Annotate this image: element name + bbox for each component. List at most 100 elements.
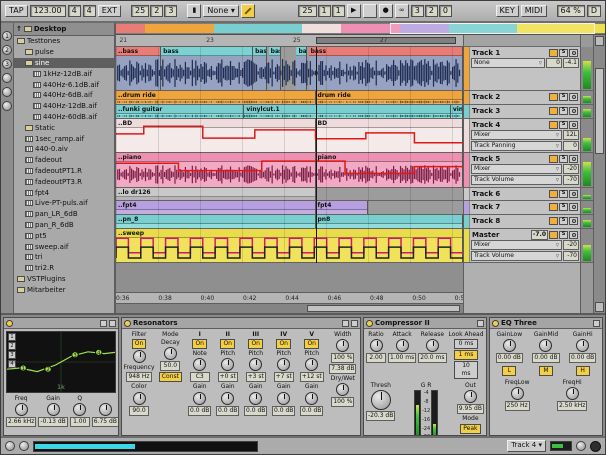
band-kill-button[interactable]: L (502, 366, 516, 376)
play-button[interactable]: ▶ (347, 4, 361, 18)
track-activator-button[interactable] (549, 155, 558, 163)
automation-chooser[interactable]: Mixer▽ (471, 240, 562, 250)
ratio-knob[interactable] (370, 339, 383, 352)
browser-item[interactable]: sweep.aif (14, 241, 114, 252)
clip[interactable]: fpt4 (316, 201, 368, 214)
filter-on-button[interactable]: On (132, 339, 147, 349)
clip[interactable]: ..funki guitar (116, 105, 244, 118)
midi-map-button[interactable]: MIDI (521, 5, 547, 18)
clip[interactable]: ..sweep (116, 229, 463, 262)
track-volume-value[interactable]: -7.0 (531, 230, 548, 240)
knob-value[interactable]: 2.50 kHz (557, 401, 587, 411)
track-select-menu[interactable]: Track 4 ▾ (507, 440, 546, 452)
clip[interactable]: pn8 (316, 215, 463, 228)
browser-item[interactable]: tri2.R (14, 263, 114, 274)
automation-chooser[interactable]: None▽ (471, 58, 545, 68)
track-activator-button[interactable] (549, 107, 558, 115)
horizontal-scrollbar[interactable] (116, 303, 463, 313)
pitch-knob[interactable] (221, 358, 234, 371)
gain-knob[interactable] (193, 392, 206, 405)
track-activator-button[interactable] (549, 217, 558, 225)
scroll-up-button[interactable] (595, 36, 604, 46)
automation-chooser[interactable]: Track Volume▽ (471, 175, 562, 185)
clip[interactable]: vinylcut.1 (244, 105, 450, 118)
resonator-on-button[interactable]: On (276, 339, 291, 349)
clip[interactable]: ..pn_8 (116, 215, 316, 228)
clip[interactable]: bass (309, 47, 463, 90)
solo-button[interactable]: S (559, 121, 568, 129)
track-activator-button[interactable] (549, 93, 558, 101)
track-lane[interactable]: ..pn_8pn8 (116, 215, 463, 229)
loop-button[interactable]: ∞ (395, 4, 409, 18)
device-close-icon[interactable] (477, 320, 484, 327)
clip[interactable]: drum ride (316, 91, 463, 104)
knob[interactable] (511, 387, 524, 400)
device-fold-icon[interactable] (342, 320, 349, 327)
knob-value[interactable]: 1.00 (70, 417, 90, 427)
browser-item[interactable]: Static (14, 122, 114, 133)
clip[interactable]: ..fpt4 (116, 201, 316, 214)
file-browser-3-icon[interactable]: 3 (2, 59, 12, 69)
lookahead-option-button[interactable]: 1 ms (454, 350, 478, 360)
loop-start-bars[interactable]: 25 (298, 5, 316, 18)
knob-value[interactable]: -0.13 dB (38, 417, 67, 427)
knob[interactable] (99, 403, 112, 416)
mode-peak-button[interactable]: Peak (460, 424, 480, 434)
track-lane[interactable]: ..drum ridedrum ride (116, 91, 463, 105)
arm-button[interactable] (569, 155, 578, 163)
pitch-knob[interactable] (305, 358, 318, 371)
track-header[interactable]: Track 2S (464, 91, 580, 105)
clock-icon[interactable] (2, 101, 12, 111)
gain-value[interactable]: 0.0 dB (244, 406, 267, 416)
solo-button[interactable]: S (559, 49, 568, 57)
vertical-scroll-track[interactable] (595, 48, 604, 300)
browser-item[interactable]: fadeout (14, 155, 114, 166)
browser-item[interactable]: 1sec_ramp.aif (14, 133, 114, 144)
clip[interactable]: piano (316, 153, 463, 187)
track-lane[interactable]: ..funki guitarvinylcut.1vinyl (116, 105, 463, 119)
browser-item[interactable]: 440Hz-6.1dB.aif (14, 79, 114, 90)
clip[interactable]: ..BD (116, 119, 316, 152)
knob[interactable] (576, 339, 589, 352)
browser-header[interactable]: ↑ Desktop (14, 23, 114, 36)
device-fold-icon[interactable] (100, 320, 107, 327)
automation-chooser[interactable]: Mixer▽ (471, 164, 562, 174)
thresh-knob[interactable] (371, 390, 391, 410)
browser-item[interactable]: Testtones (14, 36, 114, 47)
solo-button[interactable]: S (559, 155, 568, 163)
browser-item[interactable]: 440-0.aiv (14, 144, 114, 155)
plugin-browser-icon[interactable] (2, 87, 12, 97)
folder-up-icon[interactable]: ↑ (16, 25, 22, 33)
track-lane[interactable]: ..bassbassbasbasbabass (116, 47, 463, 91)
decay-knob[interactable] (164, 347, 177, 360)
gain-value[interactable]: 0.0 dB (188, 406, 211, 416)
loop-start-sixteenths[interactable]: 1 (332, 5, 345, 18)
key-map-button[interactable]: KEY (496, 5, 519, 18)
arm-button[interactable] (569, 93, 578, 101)
time-sig-numerator[interactable]: 4 (68, 5, 81, 18)
arm-button[interactable] (569, 107, 578, 115)
automation-chooser[interactable]: Track Panning▽ (471, 141, 562, 151)
solo-button[interactable]: S (559, 190, 568, 198)
browser-item[interactable]: pan_LR_6dB (14, 209, 114, 220)
pitch-value[interactable]: +3 st (246, 372, 266, 382)
attack-knob[interactable] (396, 339, 409, 352)
time-ruler[interactable]: 0:360:380:400:420:440:460:480:500:52 (116, 292, 463, 303)
vertical-scrollbar[interactable] (593, 35, 605, 313)
track-activator-button[interactable] (549, 231, 558, 239)
automation-value[interactable]: -70 (563, 175, 579, 185)
track-header[interactable]: Track 5SMixer▽-20Track Volume▽-70 (464, 153, 580, 188)
pitch-value[interactable]: +7 st (274, 372, 294, 382)
knob[interactable] (73, 403, 86, 416)
clip[interactable]: bass (161, 47, 253, 90)
device-activator-led[interactable] (366, 320, 373, 327)
arrangement-overview[interactable] (116, 23, 605, 35)
track-lane[interactable]: ..pianopiano (116, 153, 463, 188)
automation-value[interactable]: -20 (563, 240, 579, 250)
drywet-value[interactable]: 100 % (331, 397, 354, 407)
knob[interactable] (566, 387, 579, 400)
resonator-on-button[interactable]: On (248, 339, 263, 349)
ratio-value[interactable]: 2.00 (366, 353, 386, 363)
device-activator-led[interactable] (492, 320, 499, 327)
arm-button[interactable] (569, 121, 578, 129)
